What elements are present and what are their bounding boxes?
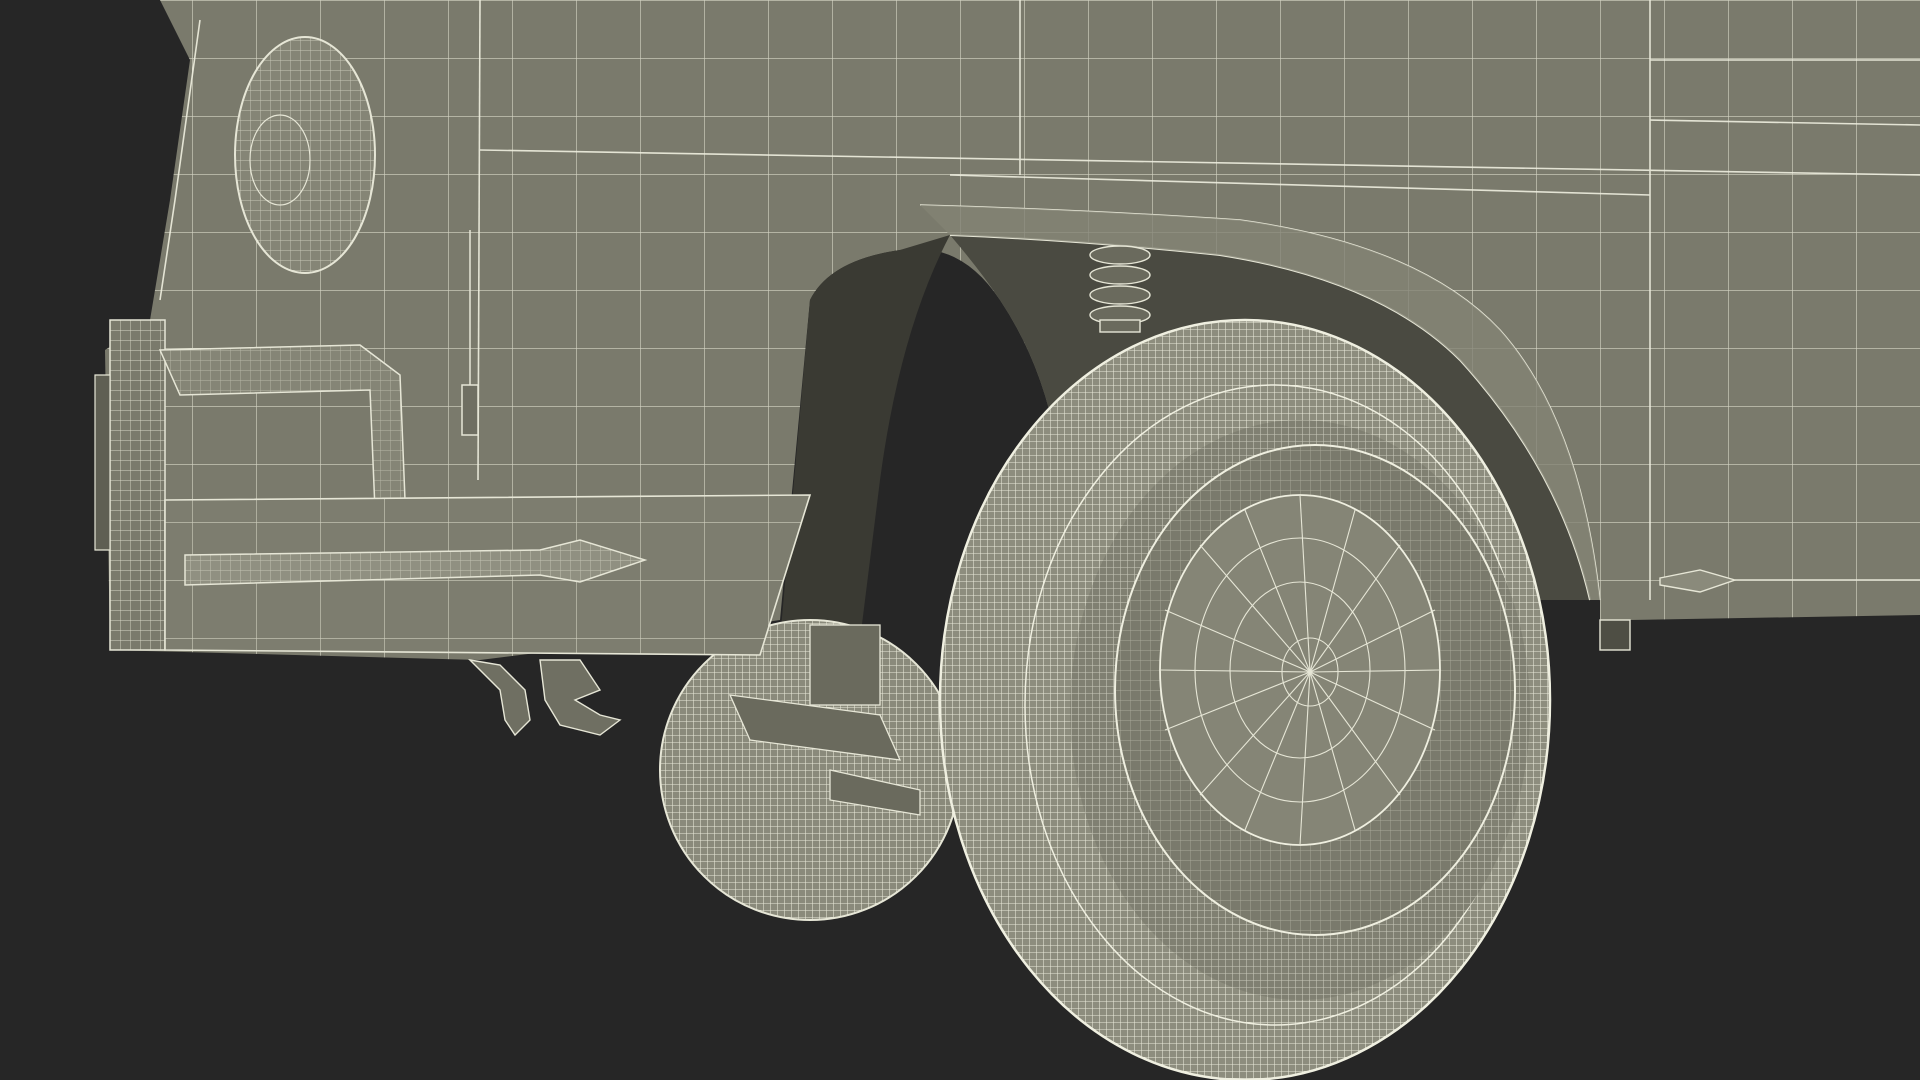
suspension-spring [1089, 245, 1151, 333]
headlight [234, 36, 376, 274]
front-wheel [938, 318, 1552, 1080]
tow-hook [467, 658, 622, 737]
hub-cap [1159, 494, 1441, 846]
render-viewport [0, 0, 1920, 1080]
wireframe-van-render [94, 0, 1920, 1080]
